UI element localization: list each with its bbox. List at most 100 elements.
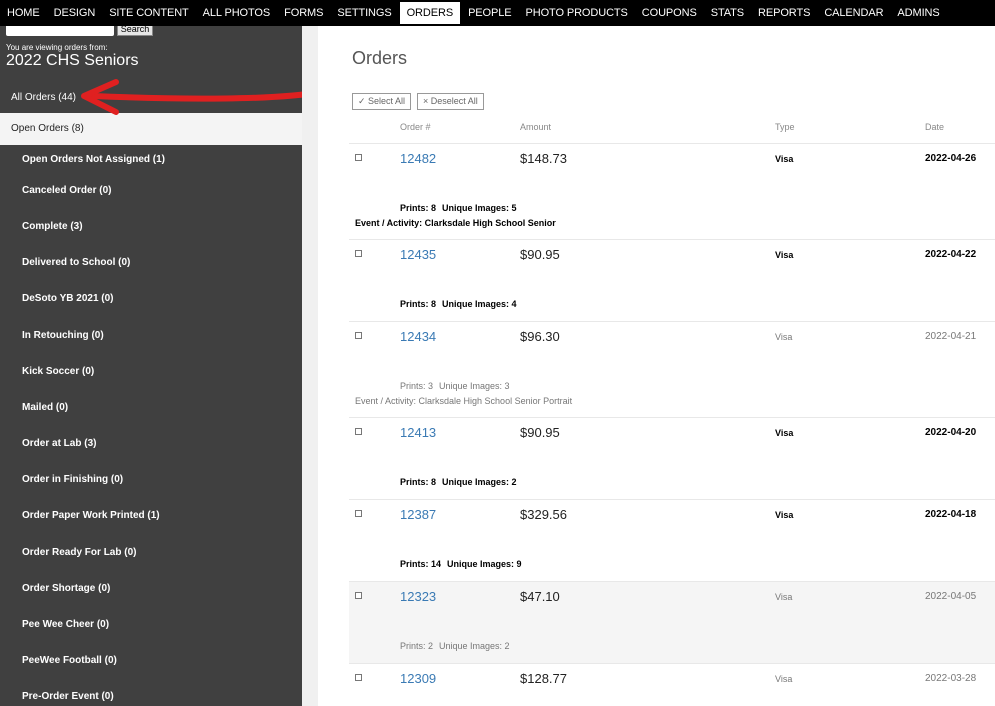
order-date: 2022-04-05 xyxy=(925,591,977,602)
sidebar: Search You are viewing orders from: 2022… xyxy=(0,26,302,706)
order-print-summary: Prints: 8 Unique Images: 2 xyxy=(400,477,517,487)
row-divider xyxy=(349,143,995,144)
unique-images: Unique Images: 4 xyxy=(442,299,517,309)
nav-people[interactable]: PEOPLE xyxy=(461,0,518,26)
top-nav: HOME DESIGN SITE CONTENT ALL PHOTOS FORM… xyxy=(0,0,995,26)
row-divider xyxy=(349,663,995,664)
nav-admins[interactable]: ADMINS xyxy=(890,0,946,26)
deselect-all-button[interactable]: × Deselect All xyxy=(417,93,484,110)
site-name: 2022 CHS Seniors xyxy=(6,52,139,69)
search-row: Search xyxy=(6,26,153,36)
order-number-link[interactable]: 12309 xyxy=(400,671,436,686)
sidebar-status-item[interactable]: Mailed (0) xyxy=(22,402,68,413)
sidebar-status-item[interactable]: Canceled Order (0) xyxy=(22,185,111,196)
column-header-date: Date xyxy=(925,122,945,132)
order-event: Event / Activity: Clarksdale High School… xyxy=(355,396,573,406)
row-divider xyxy=(349,499,995,500)
order-number-link[interactable]: 12434 xyxy=(400,329,436,344)
order-type: Visa xyxy=(775,250,794,260)
sidebar-status-item[interactable]: Delivered to School (0) xyxy=(22,257,130,268)
unique-images: Unique Images: 3 xyxy=(439,381,510,391)
unique-images: Unique Images: 2 xyxy=(442,477,517,487)
sidebar-status-item[interactable]: Order Ready For Lab (0) xyxy=(22,547,136,558)
viewing-label: You are viewing orders from: xyxy=(6,43,108,52)
sidebar-status-item[interactable]: Order in Finishing (0) xyxy=(22,474,123,485)
order-checkbox[interactable] xyxy=(355,428,362,435)
column-header-order: Order # xyxy=(400,122,431,132)
nav-design[interactable]: DESIGN xyxy=(47,0,103,26)
order-checkbox[interactable] xyxy=(355,674,362,681)
order-checkbox[interactable] xyxy=(355,592,362,599)
sidebar-status-item[interactable]: Pee Wee Cheer (0) xyxy=(22,619,109,630)
order-date: 2022-04-18 xyxy=(925,509,977,520)
order-checkbox[interactable] xyxy=(355,332,362,339)
select-all-button[interactable]: ✓ Select All xyxy=(352,93,412,110)
order-date: 2022-04-21 xyxy=(925,331,977,342)
nav-calendar[interactable]: CALENDAR xyxy=(817,0,890,26)
order-amount: $47.10 xyxy=(520,589,560,604)
nav-orders[interactable]: ORDERS xyxy=(399,2,461,24)
print-count: Prints: 2 xyxy=(400,641,434,651)
order-date: 2022-03-28 xyxy=(925,673,977,684)
order-date: 2022-04-20 xyxy=(925,427,977,438)
sidebar-item-all-orders[interactable]: All Orders (44) xyxy=(11,92,76,103)
order-number-link[interactable]: 12482 xyxy=(400,151,436,166)
order-number-link[interactable]: 12413 xyxy=(400,425,436,440)
order-amount: $90.95 xyxy=(520,247,560,262)
nav-stats[interactable]: STATS xyxy=(704,0,751,26)
nav-all-photos[interactable]: ALL PHOTOS xyxy=(196,0,277,26)
order-type: Visa xyxy=(775,154,794,164)
sidebar-status-item[interactable]: Order Shortage (0) xyxy=(22,583,110,594)
orders-panel: Orders ✓ Select All × Deselect All Order… xyxy=(318,31,995,706)
order-type: Visa xyxy=(775,592,793,602)
search-input[interactable] xyxy=(6,26,114,36)
order-type: Visa xyxy=(775,332,793,342)
sidebar-status-item[interactable]: Order Paper Work Printed (1) xyxy=(22,510,160,521)
sidebar-item-label: Open Orders (8) xyxy=(11,123,84,134)
row-divider xyxy=(349,417,995,418)
order-checkbox[interactable] xyxy=(355,510,362,517)
content-gutter xyxy=(302,26,318,706)
sidebar-status-item[interactable]: Kick Soccer (0) xyxy=(22,366,94,377)
print-count: Prints: 8 xyxy=(400,299,437,309)
order-print-summary: Prints: 14 Unique Images: 9 xyxy=(400,559,522,569)
sidebar-status-item[interactable]: In Retouching (0) xyxy=(22,330,104,341)
order-print-summary: Prints: 2 Unique Images: 2 xyxy=(400,641,510,651)
nav-forms[interactable]: FORMS xyxy=(277,0,330,26)
nav-home[interactable]: HOME xyxy=(0,0,47,26)
nav-settings[interactable]: SETTINGS xyxy=(330,0,398,26)
sidebar-status-item[interactable]: Complete (3) xyxy=(22,221,83,232)
sidebar-status-item[interactable]: Open Orders Not Assigned (1) xyxy=(22,154,165,165)
order-amount: $148.73 xyxy=(520,151,567,166)
order-event: Event / Activity: Clarksdale High School… xyxy=(355,218,556,228)
row-divider xyxy=(349,321,995,322)
print-count: Prints: 3 xyxy=(400,381,434,391)
order-number-link[interactable]: 12435 xyxy=(400,247,436,262)
nav-reports[interactable]: REPORTS xyxy=(751,0,817,26)
order-date: 2022-04-26 xyxy=(925,153,977,164)
order-amount: $96.30 xyxy=(520,329,560,344)
order-amount: $329.56 xyxy=(520,507,567,522)
order-amount: $128.77 xyxy=(520,671,567,686)
sidebar-status-item[interactable]: PeeWee Football (0) xyxy=(22,655,117,666)
print-count: Prints: 14 xyxy=(400,559,442,569)
sidebar-status-item[interactable]: Pre-Order Event (0) xyxy=(22,691,114,702)
sidebar-status-item[interactable]: DeSoto YB 2021 (0) xyxy=(22,293,114,304)
order-checkbox[interactable] xyxy=(355,250,362,257)
column-header-type: Type xyxy=(775,122,795,132)
order-number-link[interactable]: 12323 xyxy=(400,589,436,604)
order-number-link[interactable]: 12387 xyxy=(400,507,436,522)
nav-coupons[interactable]: COUPONS xyxy=(635,0,704,26)
print-count: Prints: 8 xyxy=(400,477,437,487)
print-count: Prints: 8 xyxy=(400,203,437,213)
unique-images: Unique Images: 9 xyxy=(447,559,522,569)
search-button[interactable]: Search xyxy=(117,26,153,36)
nav-site-content[interactable]: SITE CONTENT xyxy=(102,0,195,26)
unique-images: Unique Images: 5 xyxy=(442,203,517,213)
nav-photo-products[interactable]: PHOTO PRODUCTS xyxy=(518,0,634,26)
order-checkbox[interactable] xyxy=(355,154,362,161)
row-divider xyxy=(349,239,995,240)
sidebar-status-item[interactable]: Order at Lab (3) xyxy=(22,438,96,449)
red-arrow-annotation xyxy=(81,79,323,115)
order-type: Visa xyxy=(775,674,793,684)
